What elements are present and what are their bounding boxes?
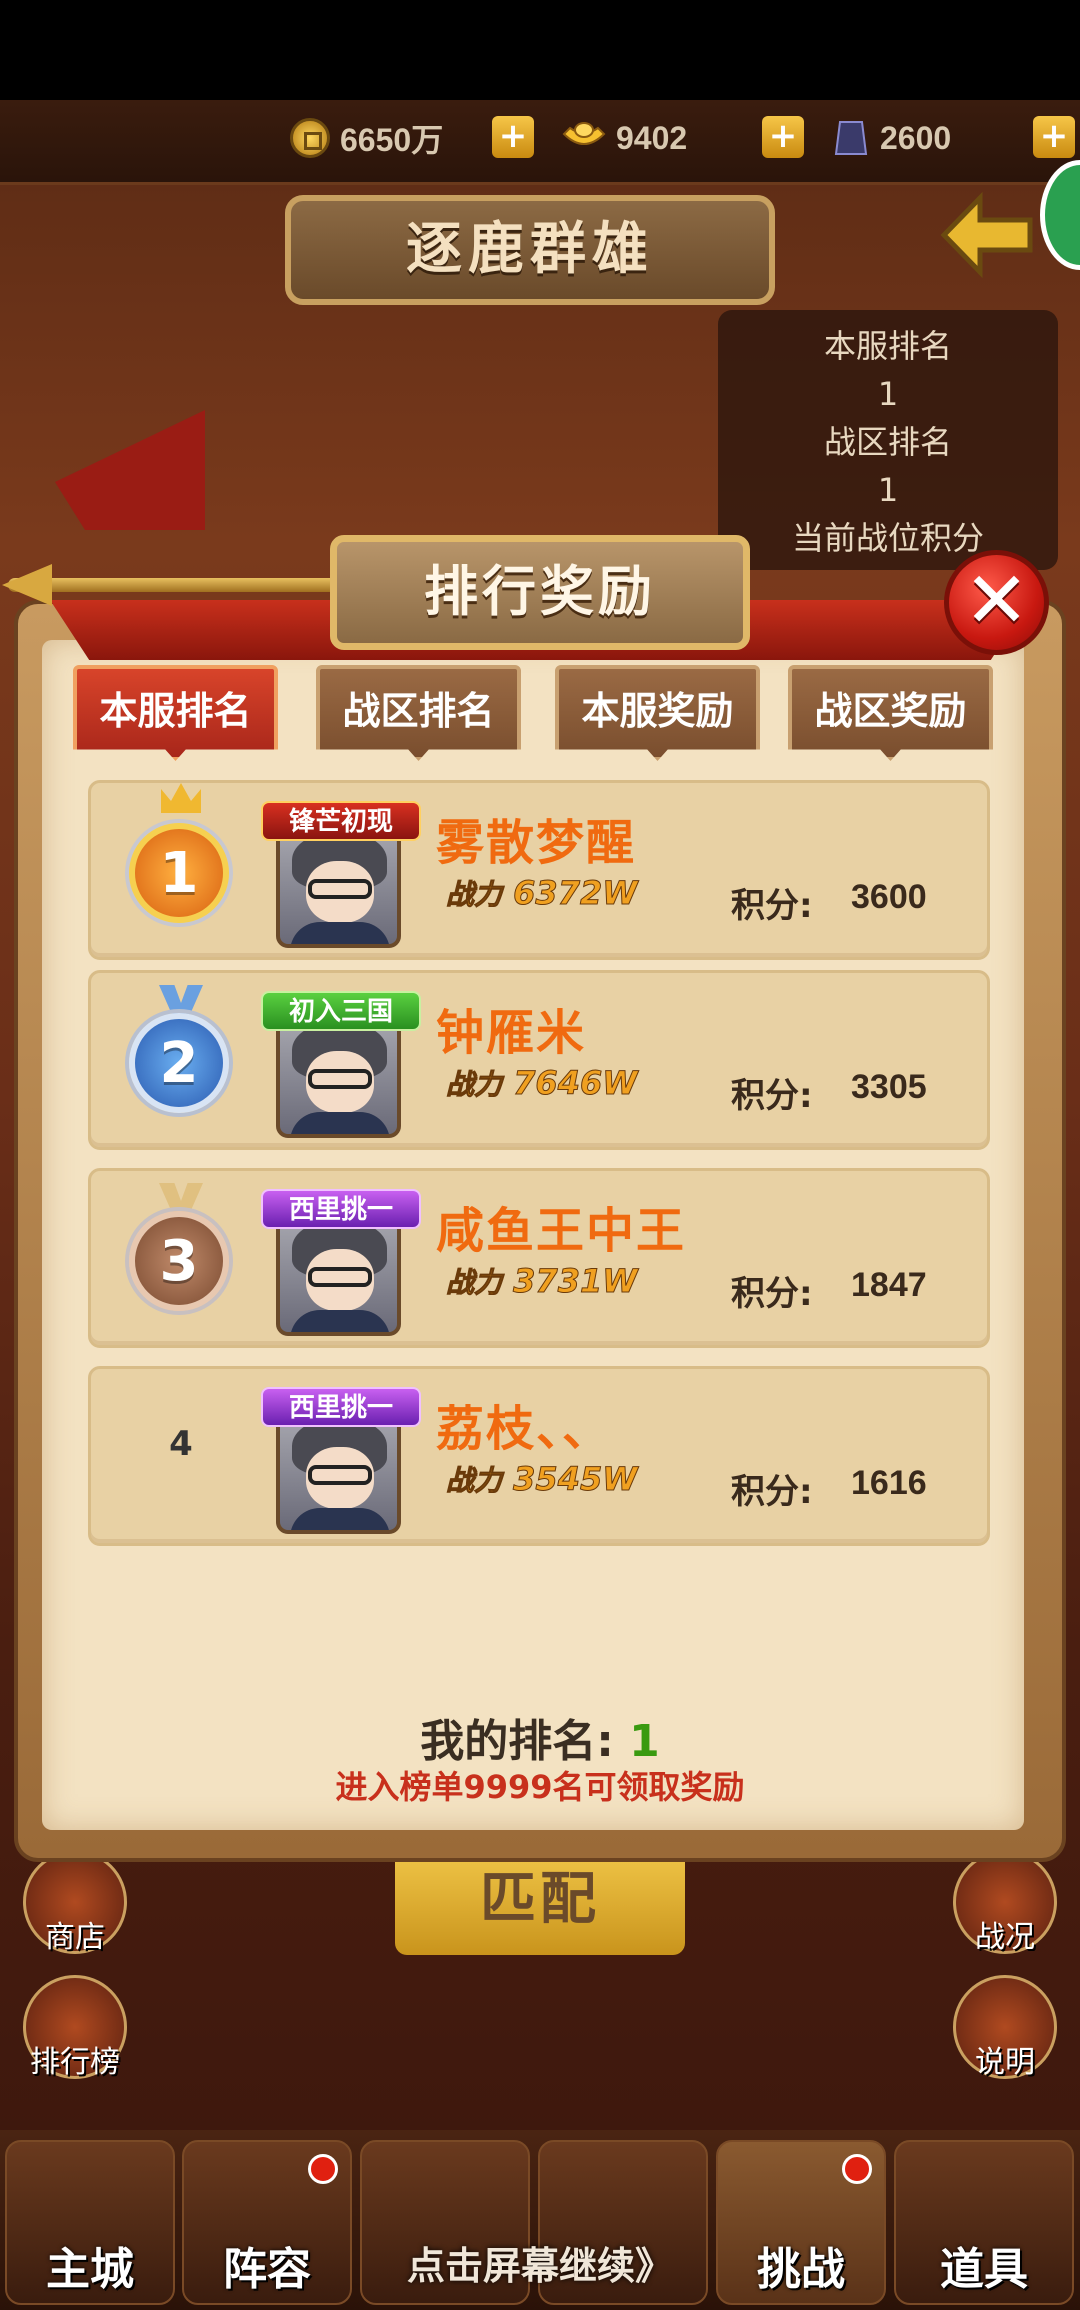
battle-report-button[interactable]: 战况 [945, 1850, 1065, 1980]
rank-number: 2 [159, 1030, 199, 1096]
avatar [276, 823, 401, 948]
gold-medal-icon: 1 [119, 783, 239, 933]
score-label: 积分: [731, 1076, 813, 1116]
battle-report-label: 战况 [975, 1920, 1035, 1955]
token-value: 2600 [880, 119, 952, 156]
power-value: 战力 3731W [445, 1262, 638, 1301]
add-token-button[interactable]: + [1033, 116, 1075, 158]
add-ingot-button[interactable]: + [762, 116, 804, 158]
tab-zone-rank[interactable]: 战区排名 [316, 665, 521, 761]
spear-decoration [2, 564, 338, 606]
avatar [276, 1211, 401, 1336]
ranking-row[interactable]: 1 锋芒初现 雾散梦醒 战力 6372W 积分: 3600 [88, 780, 990, 960]
score-value: 1616 [851, 1464, 927, 1502]
my-rank: 我的排名: 1 [0, 1705, 1080, 1769]
zone-rank-value: 1 [877, 471, 899, 509]
score-label: 积分: [731, 1472, 813, 1512]
rank-number: 4 [169, 1424, 193, 1464]
player-name: 雾散梦醒 [436, 815, 637, 871]
reward-hint: 进入榜单9999名可领取奖励 [335, 1768, 745, 1806]
modal-title: 排行奖励 [330, 535, 750, 650]
shop-label: 商店 [45, 1920, 105, 1955]
power-value: 战力 6372W [445, 874, 638, 913]
help-label: 说明 [975, 2045, 1035, 2080]
leaderboard-label: 排行榜 [30, 2045, 120, 2080]
tap-to-continue[interactable]: 点击屏幕继续》 [0, 2235, 1080, 2290]
rank-info-panel: 本服排名 1 战区排名 1 当前战位积分 [718, 310, 1058, 570]
power-value: 战力 3545W [445, 1460, 638, 1499]
notification-dot [842, 2154, 872, 2184]
gold-resource: 6650万 [290, 112, 443, 164]
ingot-icon [562, 122, 606, 145]
server-rank-value: 1 [877, 375, 899, 413]
title-badge: 锋芒初现 [261, 801, 421, 841]
bronze-medal-icon: 3 [119, 1183, 239, 1321]
title-badge: 初入三国 [261, 991, 421, 1031]
coin-icon [290, 118, 330, 158]
ranking-row[interactable]: 2 初入三国 钟雁米 战力 7646W 积分: 3305 [88, 970, 990, 1150]
avatar [276, 1409, 401, 1534]
player-name: 荔枝、、 [436, 1401, 613, 1457]
my-rank-value: 1 [629, 1716, 660, 1767]
shop-button[interactable]: 商店 [15, 1850, 135, 1980]
token-resource: 2600 [832, 112, 951, 164]
score-label: 积分: [731, 886, 813, 926]
ingot-value: 9402 [616, 119, 688, 156]
player-name: 咸鱼王中王 [436, 1203, 687, 1259]
notification-dot [308, 2154, 338, 2184]
server-rank-label: 本服排名 [823, 327, 952, 365]
ingot-resource: 9402 [562, 112, 687, 164]
page-title: 逐鹿群雄 [285, 195, 775, 305]
rank-number: 1 [159, 840, 199, 906]
back-arrow-icon[interactable] [940, 190, 1040, 280]
avatar [276, 1013, 401, 1138]
help-button[interactable]: 说明 [945, 1975, 1065, 2105]
score-value: 1847 [851, 1266, 927, 1304]
title-badge: 西里挑一 [261, 1189, 421, 1229]
tab-zone-reward[interactable]: 战区奖励 [788, 665, 993, 761]
power-value: 战力 7646W [445, 1064, 638, 1103]
player-name: 钟雁米 [436, 1005, 587, 1061]
tab-server-rank[interactable]: 本服排名 [73, 665, 278, 761]
score-value: 3305 [851, 1068, 927, 1106]
ranking-row[interactable]: 4 西里挑一 荔枝、、 战力 3545W 积分: 1616 [88, 1366, 990, 1546]
add-gold-button[interactable]: + [492, 116, 534, 158]
ranking-row[interactable]: 3 西里挑一 咸鱼王中王 战力 3731W 积分: 1847 [88, 1168, 990, 1348]
silver-medal-icon: 2 [119, 985, 239, 1123]
my-rank-label: 我的排名: [420, 1716, 614, 1767]
zone-rank-label: 战区排名 [823, 423, 952, 461]
score-label: 积分: [731, 1274, 813, 1314]
gold-value: 6650万 [340, 122, 444, 158]
tab-server-reward[interactable]: 本服奖励 [555, 665, 760, 761]
rank-number: 3 [159, 1228, 199, 1294]
token-icon [834, 121, 868, 155]
close-button[interactable]: ✕ [944, 550, 1049, 655]
title-badge: 西里挑一 [261, 1387, 421, 1427]
leaderboard-button[interactable]: 排行榜 [15, 1975, 135, 2105]
score-value: 3600 [851, 878, 927, 916]
